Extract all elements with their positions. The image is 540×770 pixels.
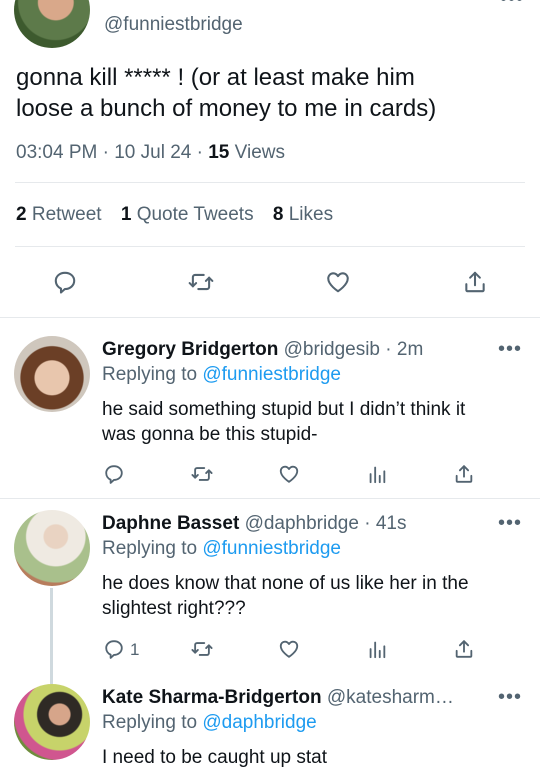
main-tweet-meta: 03:04 PM · 10 Jul 24 · 15 Views: [16, 142, 285, 164]
reply-text-line1: I need to be caught up stat: [102, 747, 328, 768]
like-icon[interactable]: [277, 638, 301, 660]
reply-avatar[interactable]: [14, 684, 90, 760]
reply-text-line1: he does know that none of us like her in…: [102, 573, 469, 594]
reply-count: 1: [130, 640, 140, 659]
replying-to: Replying to @daphbridge: [102, 712, 317, 734]
replying-to-link[interactable]: @daphbridge: [202, 712, 316, 733]
reply-text: he said something stupid but I didn’t th…: [102, 397, 465, 447]
reply-time: · 2m: [385, 339, 424, 360]
share-icon[interactable]: [453, 463, 475, 485]
tweet-time: 03:04 PM: [16, 142, 98, 163]
reply-text: he does know that none of us like her in…: [102, 571, 469, 621]
main-tweet-text-line1: gonna kill ***** ! (or at least make him: [16, 64, 415, 91]
more-icon[interactable]: •••: [498, 687, 522, 707]
retweets-label: Retweet: [31, 204, 102, 225]
main-tweet-text-line2: loose a bunch of money to me in cards): [16, 95, 437, 122]
main-tweet-text: gonna kill ***** ! (or at least make him…: [16, 62, 436, 124]
likes-label: Likes: [288, 204, 334, 225]
reply-icon[interactable]: [103, 638, 125, 660]
retweet-icon[interactable]: [187, 269, 215, 295]
main-tweet-handle[interactable]: @funniestbridge: [104, 14, 243, 36]
tweet-date: 10 Jul 24: [114, 142, 192, 163]
reply-time: · 41s: [364, 513, 407, 534]
likes-stat[interactable]: 8 Likes: [273, 204, 333, 225]
reply-author-name[interactable]: Kate Sharma-Bridgerton: [102, 687, 322, 708]
more-icon[interactable]: •••: [498, 339, 522, 359]
reply-text-line2: was gonna be this stupid-: [102, 424, 318, 445]
thread-line: [50, 588, 53, 684]
reply-author-name[interactable]: Daphne Basset: [102, 513, 239, 534]
more-icon[interactable]: •••: [500, 0, 524, 9]
tweet-stats: 2 Retweet 1 Quote Tweets 8 Likes: [16, 204, 333, 226]
replying-to: Replying to @funniestbridge: [102, 538, 341, 560]
replying-to: Replying to @funniestbridge: [102, 364, 341, 386]
replying-prefix: Replying to: [102, 364, 198, 385]
reply-text-line1: he said something stupid but I didn’t th…: [102, 399, 466, 420]
divider: [15, 182, 525, 183]
retweet-icon[interactable]: [190, 463, 214, 485]
reply-text: I need to be caught up stat: [102, 745, 327, 770]
replying-prefix: Replying to: [102, 712, 198, 733]
quotes-label: Quote Tweets: [136, 204, 254, 225]
views-label: Views: [234, 142, 285, 163]
reply-avatar[interactable]: [14, 510, 90, 586]
meta-separator: ·: [196, 142, 203, 163]
reply-header: Kate Sharma-Bridgerton @katesharm…: [102, 687, 454, 709]
reply-author-handle[interactable]: @katesharm…: [327, 687, 454, 708]
divider: [15, 246, 525, 247]
meta-separator: ·: [102, 142, 109, 163]
more-icon[interactable]: •••: [498, 513, 522, 533]
quotes-stat[interactable]: 1 Quote Tweets: [121, 204, 259, 225]
reply-author-name[interactable]: Gregory Bridgerton: [102, 339, 278, 360]
share-icon[interactable]: [462, 269, 488, 295]
retweets-stat[interactable]: 2 Retweet: [16, 204, 107, 225]
analytics-icon[interactable]: [366, 463, 388, 485]
reply-icon[interactable]: [103, 463, 125, 485]
share-icon[interactable]: [453, 638, 475, 660]
reply-header: Daphne Basset @daphbridge · 41s: [102, 513, 406, 535]
views-count: 15: [208, 142, 230, 163]
reply-author-handle[interactable]: @daphbridge: [245, 513, 359, 534]
divider: [0, 317, 540, 318]
replying-to-link[interactable]: @funniestbridge: [202, 538, 341, 559]
retweets-count: 2: [16, 204, 27, 225]
like-icon[interactable]: [277, 463, 301, 485]
quotes-count: 1: [120, 204, 132, 225]
like-icon[interactable]: [324, 269, 352, 295]
likes-count: 8: [272, 204, 284, 225]
reply-text-line2: slightest right???: [102, 598, 246, 619]
reply-author-handle[interactable]: @bridgesib: [284, 339, 380, 360]
replying-prefix: Replying to: [102, 538, 198, 559]
divider: [0, 498, 540, 499]
analytics-icon[interactable]: [366, 638, 388, 660]
reply-icon[interactable]: [52, 269, 78, 295]
main-avatar[interactable]: [14, 0, 90, 48]
reply-avatar[interactable]: [14, 336, 90, 412]
reply-header: Gregory Bridgerton @bridgesib · 2m: [102, 339, 423, 361]
replying-to-link[interactable]: @funniestbridge: [202, 364, 341, 385]
retweet-icon[interactable]: [190, 638, 214, 660]
